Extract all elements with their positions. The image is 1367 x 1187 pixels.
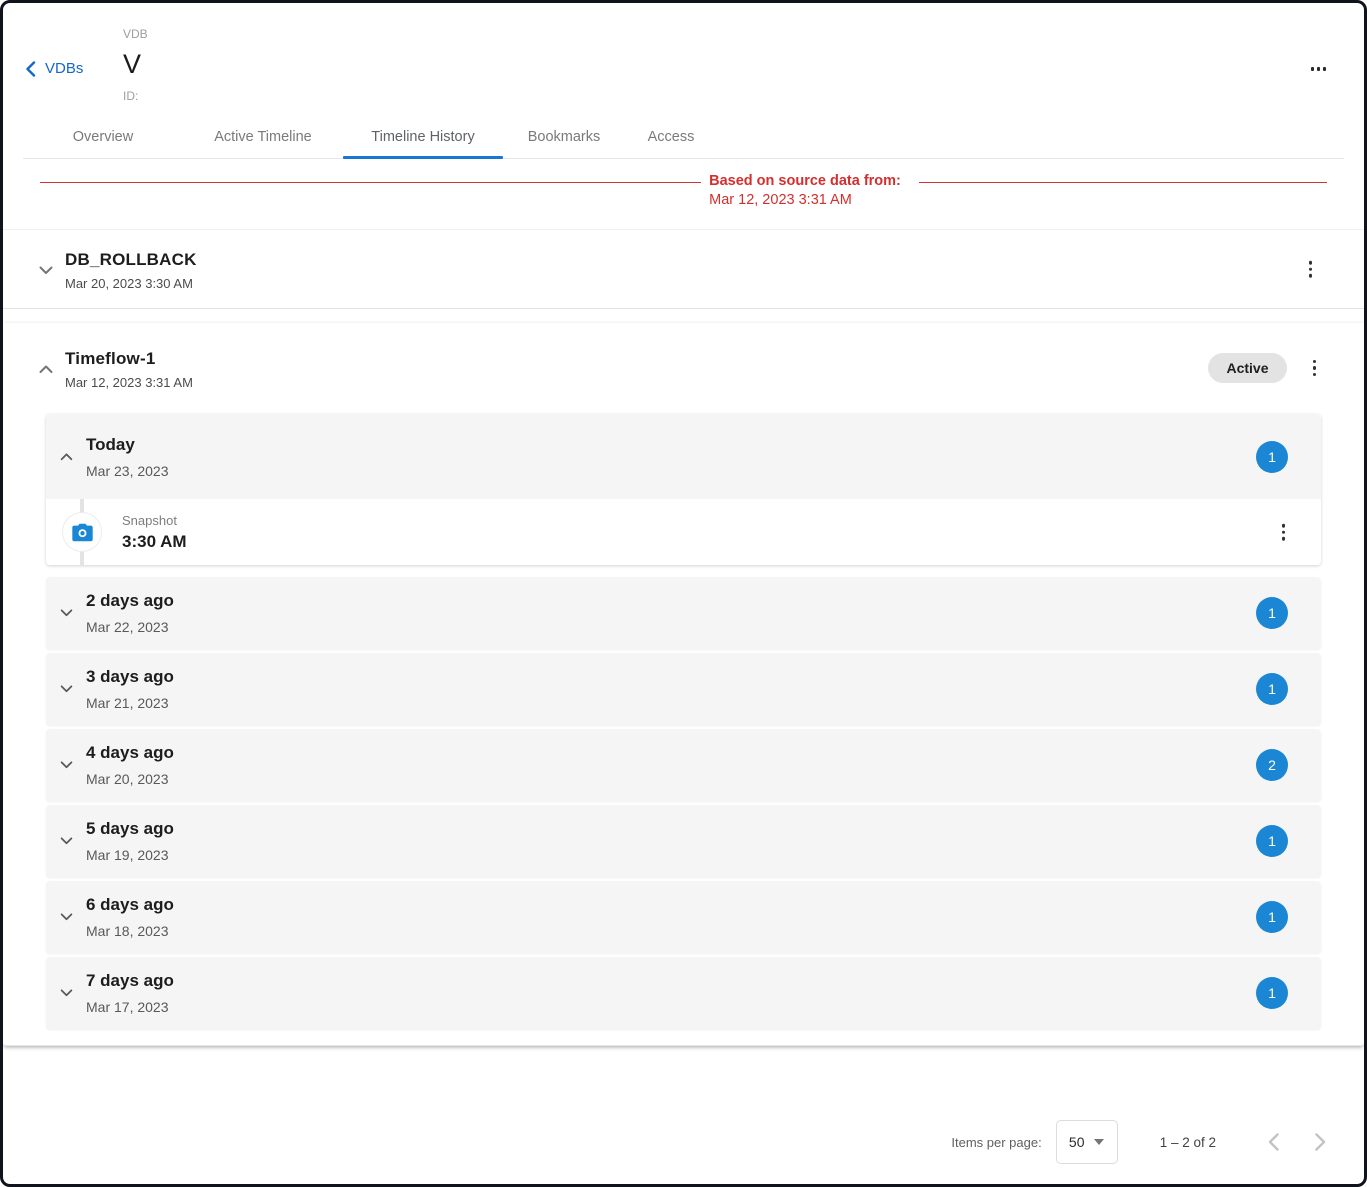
chevron-up-icon[interactable] xyxy=(39,365,53,374)
timeflow-panel-title: Timeflow-1 xyxy=(65,349,193,369)
day-group-6-days-ago[interactable]: 6 days ago Mar 18, 2023 1 xyxy=(46,881,1321,953)
snapshot-row[interactable]: Snapshot 3:30 AM xyxy=(46,499,1321,565)
snapshot-count-badge: 1 xyxy=(1256,673,1288,705)
items-per-page-label: Items per page: xyxy=(951,1135,1041,1150)
ellipsis-icon xyxy=(1311,67,1315,71)
day-group-5-days-ago[interactable]: 5 days ago Mar 19, 2023 1 xyxy=(46,805,1321,877)
day-group-title: 3 days ago xyxy=(86,667,174,687)
snapshot-count-badge: 1 xyxy=(1256,977,1288,1009)
tab-overview[interactable]: Overview xyxy=(23,115,183,158)
day-group-7-days-ago[interactable]: 7 days ago Mar 17, 2023 1 xyxy=(46,957,1321,1029)
day-group-date: Mar 17, 2023 xyxy=(86,999,174,1015)
chevron-down-icon[interactable] xyxy=(59,837,73,845)
notice-timestamp: Mar 12, 2023 3:31 AM xyxy=(709,191,901,210)
timeline-groups: Today Mar 23, 2023 1 S xyxy=(3,412,1364,1029)
active-tab-indicator xyxy=(343,156,503,159)
back-link-vdbs[interactable]: VDBs xyxy=(25,60,83,77)
timeflow-kebab-menu-button[interactable] xyxy=(1309,356,1321,381)
chevron-left-icon xyxy=(1268,1133,1279,1151)
active-status-badge: Active xyxy=(1208,353,1286,383)
previous-page-button[interactable] xyxy=(1262,1127,1285,1157)
rollback-panel-title: DB_ROLLBACK xyxy=(65,250,197,270)
tab-access[interactable]: Access xyxy=(625,115,717,158)
day-group-3-days-ago[interactable]: 3 days ago Mar 21, 2023 1 xyxy=(46,653,1321,725)
snapshot-type-label: Snapshot xyxy=(122,513,187,528)
camera-icon xyxy=(72,523,93,542)
chevron-right-icon xyxy=(1315,1133,1326,1151)
page-header: VDBs VDB V ID: xyxy=(3,3,1364,115)
timeflow-panel-header[interactable]: Timeflow-1 Mar 12, 2023 3:31 AM Active xyxy=(3,323,1364,412)
more-actions-button[interactable] xyxy=(1307,63,1331,75)
kebab-icon xyxy=(1309,261,1313,265)
dropdown-arrow-icon xyxy=(1094,1139,1104,1145)
next-page-button[interactable] xyxy=(1309,1127,1332,1157)
snapshot-count-badge: 1 xyxy=(1256,441,1288,473)
app-window: VDBs VDB V ID: Overview Active Timeline … xyxy=(0,0,1367,1187)
rollback-panel-timestamp: Mar 20, 2023 3:30 AM xyxy=(65,276,197,291)
snapshot-time: 3:30 AM xyxy=(122,532,187,552)
day-group-today-header[interactable]: Today Mar 23, 2023 1 xyxy=(46,414,1321,499)
snapshot-count-badge: 2 xyxy=(1256,749,1288,781)
day-group-title: 4 days ago xyxy=(86,743,174,763)
chevron-down-icon[interactable] xyxy=(59,609,73,617)
timeflow-panel-timestamp: Mar 12, 2023 3:31 AM xyxy=(65,375,193,390)
back-link-label: VDBs xyxy=(45,60,83,77)
day-group-date: Mar 19, 2023 xyxy=(86,847,174,863)
chevron-down-icon[interactable] xyxy=(59,989,73,997)
day-group-title: 6 days ago xyxy=(86,895,174,915)
kebab-icon xyxy=(1282,524,1286,528)
chevron-down-icon[interactable] xyxy=(59,913,73,921)
chevron-left-icon xyxy=(25,61,36,77)
day-group-title: Today xyxy=(86,435,169,455)
chevron-down-icon[interactable] xyxy=(39,266,53,275)
entity-type-label: VDB xyxy=(123,27,148,41)
day-group-title: 7 days ago xyxy=(86,971,174,991)
tab-timeline-history[interactable]: Timeline History xyxy=(343,115,503,158)
page-title: V xyxy=(123,49,148,80)
snapshot-count-badge: 1 xyxy=(1256,901,1288,933)
paginator: Items per page: 50 1 – 2 of 2 xyxy=(3,1114,1364,1170)
page-size-select[interactable]: 50 xyxy=(1056,1120,1118,1164)
notice-text: Based on source data from: Mar 12, 2023 … xyxy=(709,172,901,210)
snapshot-kebab-menu-button[interactable] xyxy=(1278,520,1290,545)
kebab-icon xyxy=(1313,360,1317,364)
tab-bar: Overview Active Timeline Timeline Histor… xyxy=(23,115,1344,159)
day-group-date: Mar 22, 2023 xyxy=(86,619,174,635)
snapshot-marker xyxy=(62,512,102,552)
chevron-down-icon[interactable] xyxy=(59,685,73,693)
rollback-kebab-menu-button[interactable] xyxy=(1305,257,1317,282)
chevron-up-icon[interactable] xyxy=(59,453,73,461)
tab-active-timeline[interactable]: Active Timeline xyxy=(183,115,343,158)
notice-divider-right xyxy=(919,182,1327,183)
day-group-4-days-ago[interactable]: 4 days ago Mar 20, 2023 2 xyxy=(46,729,1321,801)
day-group-2-days-ago[interactable]: 2 days ago Mar 22, 2023 1 xyxy=(46,577,1321,649)
chevron-down-icon[interactable] xyxy=(59,761,73,769)
day-group-title: 5 days ago xyxy=(86,819,174,839)
timeflow-panel-db-rollback[interactable]: DB_ROLLBACK Mar 20, 2023 3:30 AM xyxy=(3,229,1364,309)
timeflow-panel-timeflow-1: Timeflow-1 Mar 12, 2023 3:31 AM Active xyxy=(3,323,1364,1046)
page-range-label: 1 – 2 of 2 xyxy=(1160,1135,1216,1150)
entity-id-label: ID: xyxy=(123,89,148,103)
snapshot-count-badge: 1 xyxy=(1256,825,1288,857)
source-data-notice: Based on source data from: Mar 12, 2023 … xyxy=(40,172,1327,210)
tab-bookmarks[interactable]: Bookmarks xyxy=(503,115,625,158)
day-group-date: Mar 18, 2023 xyxy=(86,923,174,939)
page-size-value: 50 xyxy=(1069,1134,1085,1150)
title-block: VDB V ID: xyxy=(123,27,148,103)
day-group-date: Mar 23, 2023 xyxy=(86,463,169,479)
day-group-date: Mar 20, 2023 xyxy=(86,771,174,787)
day-group-title: 2 days ago xyxy=(86,591,174,611)
day-group-date: Mar 21, 2023 xyxy=(86,695,174,711)
day-group-today: Today Mar 23, 2023 1 S xyxy=(46,414,1321,565)
snapshot-count-badge: 1 xyxy=(1256,597,1288,629)
notice-divider-left xyxy=(40,182,701,183)
notice-heading: Based on source data from: xyxy=(709,172,901,191)
